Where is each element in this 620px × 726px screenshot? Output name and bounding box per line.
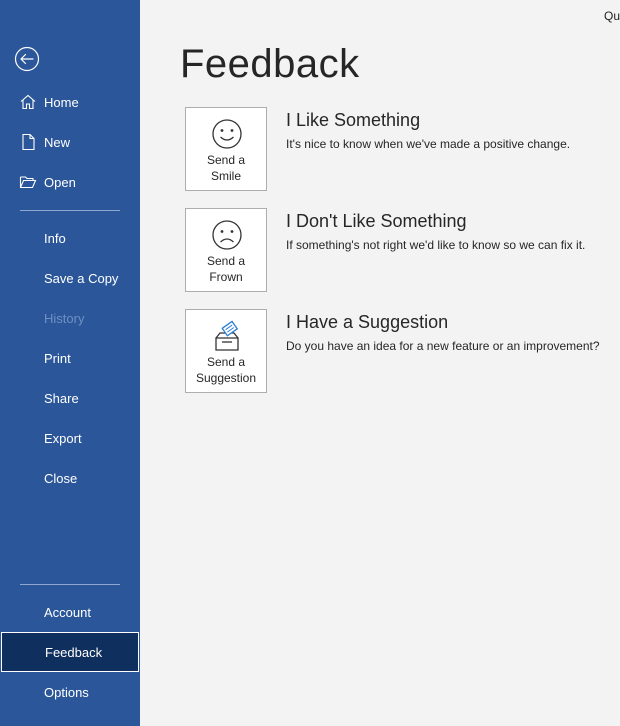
option-heading: I Like Something [286, 110, 421, 130]
smile-icon [212, 119, 242, 149]
option-description: Do you have an idea for a new feature or… [286, 339, 600, 353]
card-label-line: Send a [206, 355, 246, 369]
option-heading: I Don't Like Something [286, 211, 467, 231]
nav-item-print[interactable]: Print [0, 338, 140, 378]
nav-item-save-a-copy[interactable]: Save a Copy [0, 258, 140, 298]
nav-item-label: Close [44, 470, 78, 486]
card-label: Send a Frown [186, 253, 266, 285]
top-right-truncated-text: Qu [603, 9, 620, 23]
nav-item-label: Info [44, 230, 66, 246]
nav-item-share[interactable]: Share [0, 378, 140, 418]
nav-item-label: Export [44, 430, 82, 446]
nav-item-label: Account [44, 604, 91, 620]
folder-open-icon [19, 173, 37, 191]
feedback-pane: Qu Feedback Send a Smile I Like Somethin… [140, 0, 620, 726]
back-arrow-icon [14, 46, 40, 72]
feedback-option-frown: Send a Frown I Don't Like Something If s… [185, 208, 615, 294]
send-frown-button[interactable]: Send a Frown [185, 208, 267, 292]
nav-item-open[interactable]: Open [0, 162, 140, 202]
nav-item-home[interactable]: Home [0, 82, 140, 122]
nav-item-export[interactable]: Export [0, 418, 140, 458]
frown-icon [212, 220, 242, 250]
nav-item-feedback[interactable]: Feedback [1, 632, 139, 672]
sidebar-divider [20, 584, 120, 585]
card-label-line: Suggestion [195, 371, 257, 385]
page-title: Feedback [180, 42, 360, 86]
nav-item-label: Save a Copy [44, 270, 119, 286]
card-label-line: Send a [206, 153, 246, 167]
sidebar-divider [20, 210, 120, 211]
card-label: Send a Suggestion [186, 354, 266, 386]
nav-item-label: Share [44, 390, 79, 406]
back-button[interactable] [14, 46, 40, 72]
send-suggestion-button[interactable]: Send a Suggestion [185, 309, 267, 393]
nav-item-label: Home [44, 94, 79, 110]
suggestion-box-icon [215, 320, 239, 351]
nav-item-new[interactable]: New [0, 122, 140, 162]
nav-item-options[interactable]: Options [0, 672, 140, 712]
nav-item-label: Print [44, 350, 71, 366]
nav-item-label: History [44, 310, 85, 326]
card-label-line: Send a [206, 254, 246, 268]
feedback-option-suggestion: Send a Suggestion I Have a Suggestion Do… [185, 309, 615, 395]
card-label: Send a Smile [186, 152, 266, 184]
nav-item-label: Open [44, 174, 76, 190]
nav-item-label: Feedback [45, 644, 103, 660]
nav-item-label: Options [44, 684, 89, 700]
nav-item-label: New [44, 134, 71, 150]
send-smile-button[interactable]: Send a Smile [185, 107, 267, 191]
card-label-line: Frown [209, 270, 243, 284]
nav-item-account[interactable]: Account [0, 592, 140, 632]
new-document-icon [19, 133, 37, 151]
nav-item-history: History [0, 298, 140, 338]
option-description: It's nice to know when we've made a posi… [286, 137, 571, 151]
backstage-view: Home New Open Info Save a Copy History P… [0, 0, 620, 726]
nav-item-info[interactable]: Info [0, 218, 140, 258]
option-heading: I Have a Suggestion [286, 312, 449, 332]
option-description: If something's not right we'd like to kn… [286, 238, 586, 252]
backstage-sidebar: Home New Open Info Save a Copy History P… [0, 0, 140, 726]
card-label-line: Smile [210, 169, 241, 183]
feedback-option-smile: Send a Smile I Like Something It's nice … [185, 107, 615, 193]
home-icon [19, 93, 37, 111]
nav-item-close[interactable]: Close [0, 458, 140, 498]
